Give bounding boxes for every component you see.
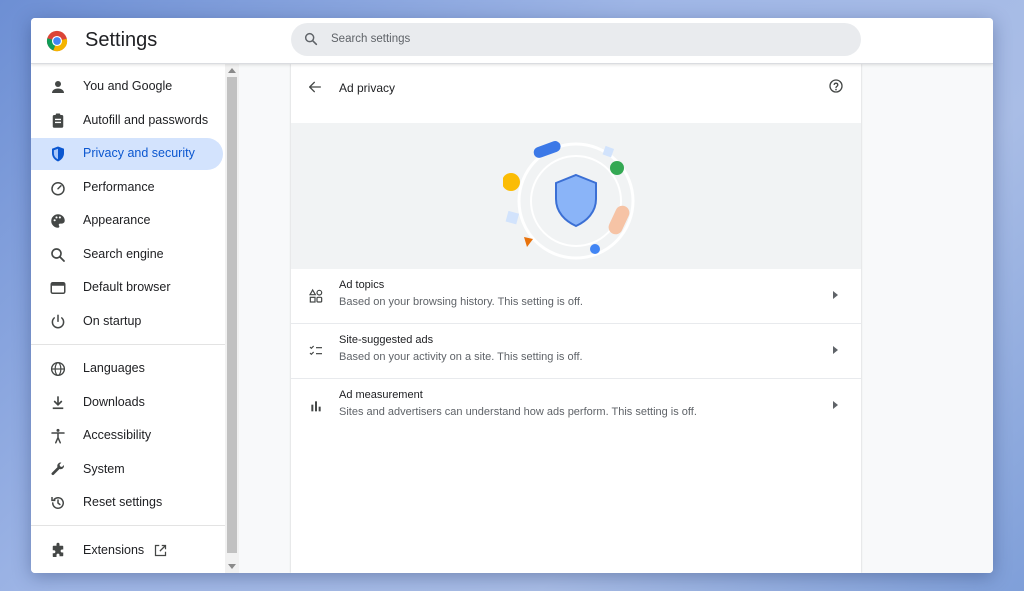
wrench-icon — [51, 462, 64, 476]
chevron-right-icon — [833, 291, 838, 299]
clipboard-icon — [52, 113, 64, 128]
sidebar-item-extensions[interactable]: Extensions — [31, 535, 223, 567]
sidebar-item-label: On startup — [83, 314, 142, 328]
settings-window: Settings Search settings You and Google … — [31, 18, 993, 573]
ad-privacy-banner — [291, 123, 861, 269]
globe-icon — [50, 361, 66, 377]
search-icon — [51, 248, 65, 262]
sidebar-item-label: Privacy and security — [83, 146, 195, 160]
chrome-logo-icon — [46, 30, 68, 52]
sidebar: You and Google Autofill and passwords Pr… — [31, 64, 227, 573]
sidebar-item-downloads[interactable]: Downloads — [31, 387, 223, 419]
external-link-icon[interactable] — [153, 543, 168, 558]
sidebar-item-label: You and Google — [83, 79, 173, 93]
sidebar-divider — [31, 525, 225, 526]
speedometer-icon — [51, 182, 65, 196]
checklist-icon — [309, 345, 322, 356]
shapes-icon — [308, 288, 323, 303]
ad-measurement-row[interactable]: Ad measurement Sites and advertisers can… — [291, 379, 861, 433]
page-title: Ad privacy — [339, 81, 396, 95]
sidebar-scrollbar[interactable] — [225, 64, 239, 573]
sidebar-item-default-browser[interactable]: Default browser — [31, 272, 223, 304]
palette-icon — [51, 214, 65, 228]
search-input[interactable]: Search settings — [291, 23, 861, 56]
row-title: Ad topics — [339, 279, 385, 291]
ad-topics-row[interactable]: Ad topics Based on your browsing history… — [291, 269, 861, 324]
accessibility-icon — [51, 428, 65, 444]
sidebar-item-label: Performance — [83, 180, 155, 194]
sidebar-item-autofill[interactable]: Autofill and passwords — [31, 105, 223, 137]
power-icon — [51, 314, 65, 329]
top-bar: Settings Search settings — [31, 18, 993, 64]
history-icon — [51, 497, 64, 509]
chevron-right-icon — [833, 401, 838, 409]
row-subtitle: Sites and advertisers can understand how… — [339, 406, 697, 418]
sidebar-item-label: Languages — [83, 361, 145, 375]
browser-icon — [50, 282, 66, 294]
download-icon — [52, 396, 64, 410]
row-subtitle: Based on your browsing history. This set… — [339, 296, 583, 308]
sidebar-item-reset-settings[interactable]: Reset settings — [31, 487, 223, 519]
shield-illustration-icon — [503, 141, 635, 260]
sidebar-item-search-engine[interactable]: Search engine — [31, 239, 223, 271]
sidebar-divider — [31, 344, 225, 345]
sidebar-item-label: Accessibility — [83, 428, 152, 442]
sidebar-item-languages[interactable]: Languages — [31, 353, 223, 385]
search-icon — [304, 32, 318, 46]
help-icon[interactable] — [828, 78, 844, 94]
back-arrow-icon[interactable] — [307, 79, 323, 95]
chevron-right-icon — [833, 346, 838, 354]
sidebar-item-label: Reset settings — [83, 495, 163, 509]
scroll-up-arrow-icon[interactable] — [228, 68, 236, 73]
site-suggested-ads-row[interactable]: Site-suggested ads Based on your activit… — [291, 324, 861, 379]
sidebar-item-you-and-google[interactable]: You and Google — [31, 71, 223, 103]
ad-privacy-card: Ad privacy Ad topics Based on your brows… — [291, 64, 861, 573]
sidebar-item-label: Autofill and passwords — [83, 113, 209, 127]
sidebar-item-privacy[interactable]: Privacy and security — [31, 138, 223, 170]
sidebar-item-label: Downloads — [83, 395, 145, 409]
sidebar-item-on-startup[interactable]: On startup — [31, 306, 223, 338]
bar-chart-icon — [311, 401, 321, 412]
search-placeholder: Search settings — [331, 33, 411, 45]
sidebar-item-accessibility[interactable]: Accessibility — [31, 420, 223, 452]
row-title: Ad measurement — [339, 389, 423, 401]
sidebar-item-performance[interactable]: Performance — [31, 172, 223, 204]
sidebar-item-system[interactable]: System — [31, 454, 223, 486]
sidebar-item-label: Extensions — [83, 543, 145, 557]
puzzle-icon — [52, 542, 64, 557]
shield-icon — [52, 146, 64, 162]
row-subtitle: Based on your activity on a site. This s… — [339, 351, 583, 363]
sidebar-item-label: System — [83, 462, 125, 476]
sidebar-item-appearance[interactable]: Appearance — [31, 205, 223, 237]
row-title: Site-suggested ads — [339, 334, 434, 346]
sidebar-item-label: Default browser — [83, 280, 171, 294]
scroll-down-arrow-icon[interactable] — [228, 564, 236, 569]
person-icon — [52, 81, 64, 93]
sidebar-item-label: Search engine — [83, 247, 164, 261]
sidebar-item-label: Appearance — [83, 213, 151, 227]
scroll-thumb[interactable] — [227, 77, 237, 553]
app-title: Settings — [85, 29, 158, 51]
